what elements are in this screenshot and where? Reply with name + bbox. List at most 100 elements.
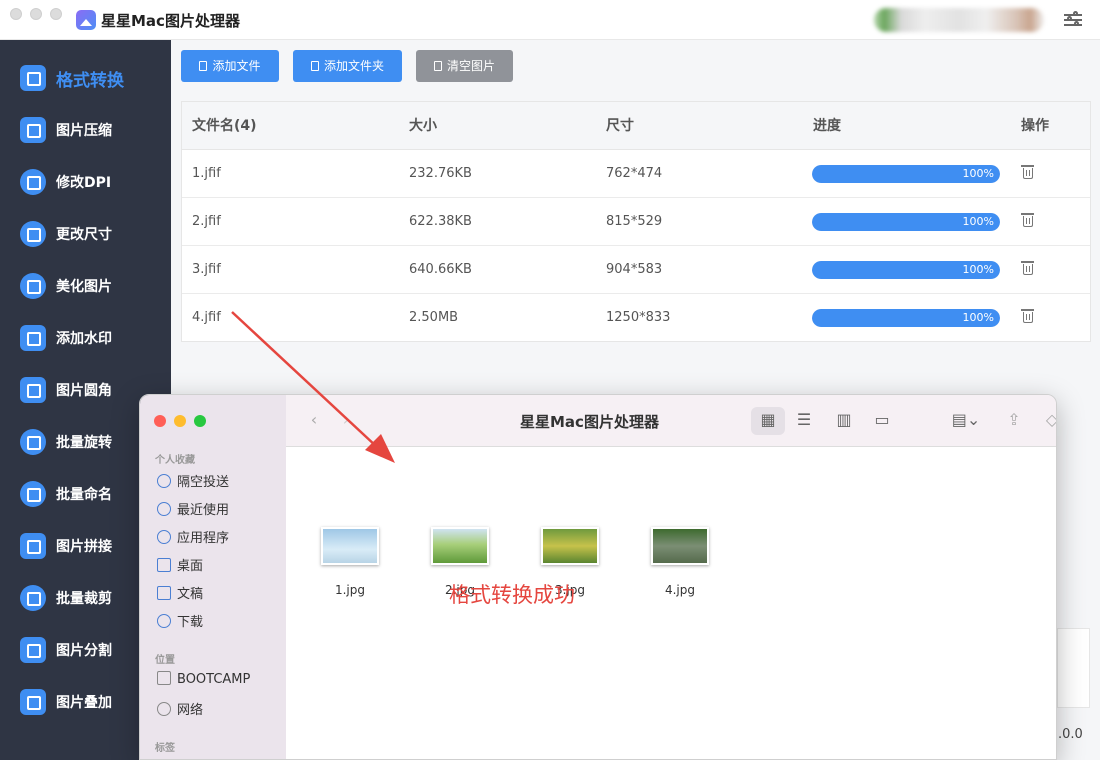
table-row: 2.jfif 622.38KB 815*529 100% — [182, 198, 1090, 246]
sidebar-item-label: 批量裁剪 — [56, 591, 112, 607]
column-header-name: 文件名(4) — [192, 118, 257, 134]
app-logo-icon — [76, 10, 96, 30]
sidebar-item-label: 应用程序 — [177, 531, 230, 546]
icon-view-icon[interactable]: ▦ — [758, 411, 778, 429]
sidebar-item-label: 下载 — [177, 615, 204, 630]
file-name: 1.jfif — [192, 166, 221, 181]
sidebar-item-documents[interactable]: 文稿 — [157, 583, 203, 603]
sidebar-item-watermark[interactable]: 添加水印 — [0, 312, 171, 364]
column-view-icon[interactable]: ▥ — [834, 411, 854, 429]
share-icon[interactable]: ⇪ — [1004, 411, 1024, 429]
folder-icon — [310, 61, 319, 71]
settings-sliders-icon[interactable] — [1064, 11, 1082, 28]
desktop-icon — [157, 558, 171, 572]
file-name: 2.jfif — [192, 214, 221, 229]
group-icon[interactable]: ▤⌄ — [948, 411, 984, 429]
sidebar-item-dpi[interactable]: 修改DPI — [0, 156, 171, 208]
success-annotation: 格式转换成功 — [449, 583, 575, 607]
finder-toolbar: ‹ › 星星Mac图片处理器 ▦ ☰ ▥ ▭ ▤⌄ ⇪ ◇ ⊙⌄ ⌕ — [286, 395, 1056, 447]
image-convert-icon — [20, 65, 46, 91]
column-header-progress: 进度 — [813, 118, 841, 134]
progress-label: 100% — [962, 215, 994, 228]
trash-icon — [433, 61, 442, 71]
beautify-icon — [20, 273, 46, 299]
sidebar-item-label: 修改DPI — [56, 175, 112, 191]
sidebar-item-airdrop[interactable]: 隔空投送 — [157, 471, 229, 491]
sidebar-item-network[interactable]: 网络 — [157, 699, 203, 719]
watermark-icon — [20, 325, 46, 351]
file-size: 232.76KB — [409, 166, 472, 181]
delete-icon[interactable] — [1021, 309, 1034, 323]
favorites-heading: 个人收藏 — [155, 455, 195, 466]
tag-icon[interactable]: ◇ — [1042, 411, 1056, 429]
add-folder-label: 添加文件夹 — [323, 59, 384, 73]
finder-window: 个人收藏 隔空投送 最近使用 应用程序 桌面 文稿 下载 位置 BOOTCAMP… — [139, 394, 1057, 760]
finder-title: 星星Mac图片处理器 — [520, 413, 659, 431]
close-window-button[interactable] — [10, 8, 22, 20]
finder-content: 1.jpg 2.jpg 3.jpg 4.jpg — [286, 447, 1056, 759]
sidebar-item-label: 图片压缩 — [56, 123, 112, 139]
sidebar-item-beautify[interactable]: 美化图片 — [0, 260, 171, 312]
list-view-icon[interactable]: ☰ — [794, 411, 814, 429]
sidebar-item-label: 桌面 — [177, 559, 204, 574]
rotate-icon — [20, 429, 46, 455]
sidebar-item-label: 更改尺寸 — [56, 227, 112, 243]
sidebar-item-applications[interactable]: 应用程序 — [157, 527, 229, 547]
add-file-button[interactable]: 添加文件 — [181, 50, 279, 82]
delete-icon[interactable] — [1021, 165, 1034, 179]
table-row: 3.jfif 640.66KB 904*583 100% — [182, 246, 1090, 294]
file-size: 640.66KB — [409, 262, 472, 277]
add-file-label: 添加文件 — [212, 59, 261, 73]
sidebar-item-label: 文稿 — [177, 587, 204, 602]
file-name: 4.jfif — [192, 310, 221, 325]
tags-heading: 标签 — [155, 743, 175, 754]
sidebar-item-bootcamp[interactable]: BOOTCAMP — [157, 671, 250, 691]
back-chevron-icon[interactable]: ‹ — [304, 411, 324, 429]
column-header-size: 大小 — [409, 118, 437, 134]
sidebar-item-resize[interactable]: 更改尺寸 — [0, 208, 171, 260]
app-title: 星星Mac图片处理器 — [101, 12, 240, 30]
gallery-view-icon[interactable]: ▭ — [872, 411, 892, 429]
file-thumbnail[interactable] — [321, 527, 379, 565]
progress-label: 100% — [962, 263, 994, 276]
minimize-window-button[interactable] — [30, 8, 42, 20]
sidebar-item-compress[interactable]: 图片压缩 — [0, 104, 171, 156]
clear-images-button[interactable]: 清空图片 — [416, 50, 513, 82]
locations-heading: 位置 — [155, 655, 175, 666]
delete-icon[interactable] — [1021, 261, 1034, 275]
file-thumbnail[interactable] — [431, 527, 489, 565]
add-folder-button[interactable]: 添加文件夹 — [293, 50, 402, 82]
sidebar-item-label: 添加水印 — [56, 331, 112, 347]
sidebar-item-label: BOOTCAMP — [177, 672, 251, 687]
forward-chevron-icon[interactable]: › — [336, 411, 356, 429]
download-icon — [157, 614, 171, 628]
applications-icon — [157, 530, 171, 544]
dpi-icon — [20, 169, 46, 195]
file-icon — [199, 61, 208, 71]
sidebar-item-downloads[interactable]: 下载 — [157, 611, 203, 631]
file-dims: 1250*833 — [606, 310, 671, 325]
sidebar-item-label: 格式转换 — [56, 71, 124, 91]
finder-close-button[interactable] — [154, 415, 166, 427]
sidebar-item-desktop[interactable]: 桌面 — [157, 555, 203, 575]
puzzle-icon — [20, 533, 46, 559]
zoom-window-button[interactable] — [50, 8, 62, 20]
table-row: 1.jfif 232.76KB 762*474 100% — [182, 150, 1090, 198]
title-bar: 星星Mac图片处理器 — [0, 0, 1100, 40]
file-dims: 815*529 — [606, 214, 663, 229]
progress-bar: 100% — [812, 309, 1000, 327]
version-text: .0.0 — [1058, 727, 1083, 742]
sidebar-item-label: 批量命名 — [56, 487, 112, 503]
sidebar-item-format-convert[interactable]: 格式转换 — [0, 52, 171, 104]
sidebar-item-recents[interactable]: 最近使用 — [157, 499, 229, 519]
file-label[interactable]: 4.jpg — [640, 583, 720, 597]
file-thumbnail[interactable] — [651, 527, 709, 565]
round-corner-icon — [20, 377, 46, 403]
file-label[interactable]: 1.jpg — [310, 583, 390, 597]
finder-minimize-button[interactable] — [174, 415, 186, 427]
finder-zoom-button[interactable] — [194, 415, 206, 427]
disk-icon — [157, 671, 171, 685]
globe-icon — [157, 702, 171, 716]
file-thumbnail[interactable] — [541, 527, 599, 565]
delete-icon[interactable] — [1021, 213, 1034, 227]
